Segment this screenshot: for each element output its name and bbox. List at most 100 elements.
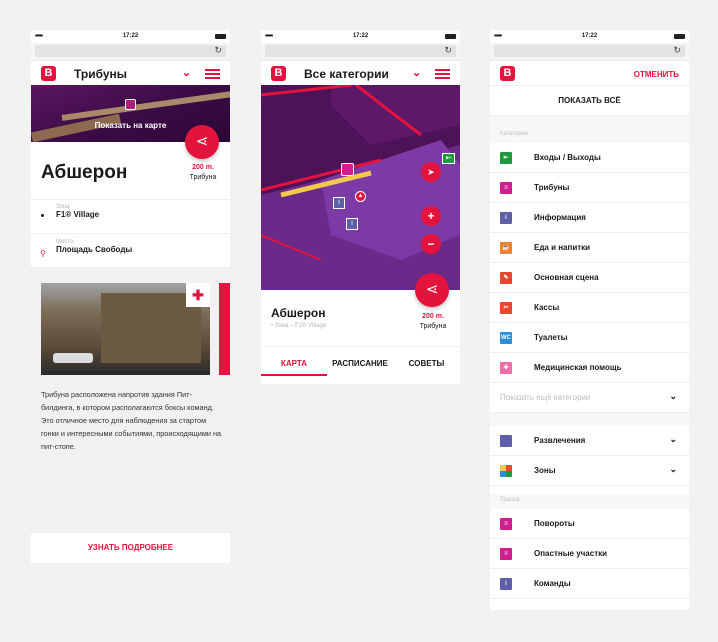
stand-info: ⋖ Абшерон 200 m. Трибуна xyxy=(31,125,230,199)
list-item-label: Входы / Выходы xyxy=(534,153,601,162)
distance-value: 200 m. xyxy=(192,164,214,171)
phone-filter: ••••• 17:22 ↻ B ОТМЕНИТЬ ПОКАЗАТЬ ВСЁ Ка… xyxy=(490,30,689,610)
tab-schedule[interactable]: РАСПИСАНИЕ xyxy=(327,359,393,368)
app-logo[interactable]: B xyxy=(271,66,286,81)
stand-photo xyxy=(41,283,210,375)
status-bar: ••••• 17:22 xyxy=(261,30,460,43)
url-bar[interactable]: ↻ xyxy=(490,43,689,60)
add-favorite-icon[interactable]: ✚ xyxy=(186,283,210,307)
app-header: B ОТМЕНИТЬ xyxy=(490,60,689,85)
reload-icon[interactable]: ↻ xyxy=(444,45,452,56)
share-button[interactable]: ⋖ xyxy=(415,273,449,307)
more-categories-row[interactable]: Показать ещё категории ⌄ xyxy=(490,383,689,413)
app-header: B Все категории ⌄ xyxy=(261,60,460,85)
active-tab-indicator xyxy=(261,374,327,376)
track-section-header: Трасса xyxy=(490,494,689,509)
zoom-out-button[interactable]: − xyxy=(421,234,441,254)
danger-icon: ≡ xyxy=(500,548,512,560)
url-bar[interactable]: ↻ xyxy=(31,43,230,60)
info-icon: i xyxy=(500,212,512,224)
app-header: B Трибуны ⌄ xyxy=(31,60,230,85)
zone-row: Зона F1® Village xyxy=(31,199,230,233)
categories-section-header: Категории xyxy=(490,115,689,143)
list-item[interactable]: ≡ Трибуны xyxy=(490,173,689,203)
turn-icon: ≡ xyxy=(500,518,512,530)
info-marker-icon[interactable]: i xyxy=(333,197,345,209)
tab-tips[interactable]: СОВЕТЫ xyxy=(393,359,460,368)
header-title[interactable]: Все категории xyxy=(304,67,389,81)
selected-place-card[interactable]: ⋖ Абшерон • Зона – F1® Village 200 m. Тр… xyxy=(261,273,460,346)
location-pin-icon: ⚲ xyxy=(40,249,46,258)
list-item[interactable]: i Информация xyxy=(490,203,689,233)
exit-icon: ⇤ xyxy=(500,152,512,164)
list-item[interactable]: WC Туалеты xyxy=(490,323,689,353)
exit-marker-icon[interactable]: ⇤ xyxy=(442,153,455,164)
learn-more-button[interactable]: УЗНАТЬ ПОДРОБНЕЕ xyxy=(31,533,230,563)
tab-map[interactable]: КАРТА xyxy=(261,359,327,368)
reload-icon[interactable]: ↻ xyxy=(214,45,222,56)
app-logo[interactable]: B xyxy=(41,66,56,81)
categories-section-title: Категории xyxy=(500,131,529,137)
stand-marker-icon xyxy=(125,99,136,110)
list-item[interactable]: ≡ Опастные участки xyxy=(490,539,689,569)
place-subtitle: • Зона – F1® Village xyxy=(271,323,327,329)
next-photo-edge[interactable] xyxy=(219,283,230,375)
menu-icon[interactable] xyxy=(205,69,220,79)
list-item-label: Основная сцена xyxy=(534,273,599,282)
distance-type: Трибуна xyxy=(189,174,217,181)
phone-stand-detail: ••••• 17:22 ↻ B Трибуны ⌄ Показать на ка… xyxy=(31,30,230,563)
chevron-down-icon: ⌄ xyxy=(669,434,677,444)
battery-icon xyxy=(215,34,226,39)
cancel-button[interactable]: ОТМЕНИТЬ xyxy=(634,70,679,79)
status-time: 17:22 xyxy=(581,33,598,39)
place-value: Площадь Свободы xyxy=(56,245,133,254)
list-item[interactable]: ✚ Медицинская помощь xyxy=(490,353,689,383)
stand-icon: ≡ xyxy=(500,182,512,194)
status-bar: ••••• 17:22 xyxy=(490,30,689,43)
entertainment-icon xyxy=(500,435,512,447)
list-item-label: Туалеты xyxy=(534,333,568,342)
list-item[interactable]: ✎ Основная сцена xyxy=(490,263,689,293)
url-bar[interactable]: ↻ xyxy=(261,43,460,60)
show-all-button[interactable]: ПОКАЗАТЬ ВСЁ xyxy=(490,85,689,115)
reload-icon[interactable]: ↻ xyxy=(673,45,681,56)
zoom-in-button[interactable]: + xyxy=(421,206,441,226)
list-item[interactable]: ≡ Повороты xyxy=(490,509,689,539)
app-logo[interactable]: B xyxy=(500,66,515,81)
zones-icon xyxy=(500,465,512,477)
stage-icon: ✎ xyxy=(500,272,512,284)
info-marker-icon[interactable]: i xyxy=(346,218,358,230)
header-title[interactable]: Трибуны xyxy=(74,67,127,81)
map-view[interactable]: ▲ i i ⇤ ➤ + − xyxy=(261,85,460,290)
zones-row[interactable]: Зоны ⌄ xyxy=(490,456,689,486)
status-time: 17:22 xyxy=(352,33,369,39)
list-item-label: Медицинская помощь xyxy=(534,363,622,372)
ticket-icon: ✂ xyxy=(500,302,512,314)
description-text: Трибуна расположена напротив здания Пит-… xyxy=(41,390,222,451)
list-item[interactable]: i Команды xyxy=(490,569,689,599)
menu-icon[interactable] xyxy=(435,69,450,79)
share-button[interactable]: ⋖ xyxy=(185,125,219,159)
chevron-down-icon[interactable]: ⌄ xyxy=(182,66,191,79)
more-categories-label: Показать ещё категории xyxy=(500,393,591,402)
distance-info: 200 m. Трибуна xyxy=(411,312,455,332)
chevron-down-icon: ⌄ xyxy=(669,464,677,474)
wc-icon: WC xyxy=(500,332,512,344)
user-location-icon: ▲ xyxy=(355,191,366,202)
entertainment-row[interactable]: Развлечения ⌄ xyxy=(490,426,689,456)
list-item-label: Повороты xyxy=(534,519,575,528)
list-item[interactable]: ☕ Еда и напитки xyxy=(490,233,689,263)
tab-bar: КАРТА РАСПИСАНИЕ СОВЕТЫ xyxy=(261,346,460,382)
list-item[interactable]: ⇤ Входы / Выходы xyxy=(490,143,689,173)
list-item[interactable]: ✂ Кассы xyxy=(490,293,689,323)
list-item-label: Опастные участки xyxy=(534,549,608,558)
stand-marker-icon[interactable] xyxy=(341,163,354,176)
status-time: 17:22 xyxy=(122,33,139,39)
chevron-down-icon[interactable]: ⌄ xyxy=(412,66,421,79)
track-section-title: Трасса xyxy=(500,497,520,503)
locate-me-button[interactable]: ➤ xyxy=(421,162,441,182)
medical-icon: ✚ xyxy=(500,362,512,374)
list-item-label: Информация xyxy=(534,213,586,222)
stand-title: Абшерон xyxy=(41,162,128,183)
zone-value: F1® Village xyxy=(56,210,100,219)
